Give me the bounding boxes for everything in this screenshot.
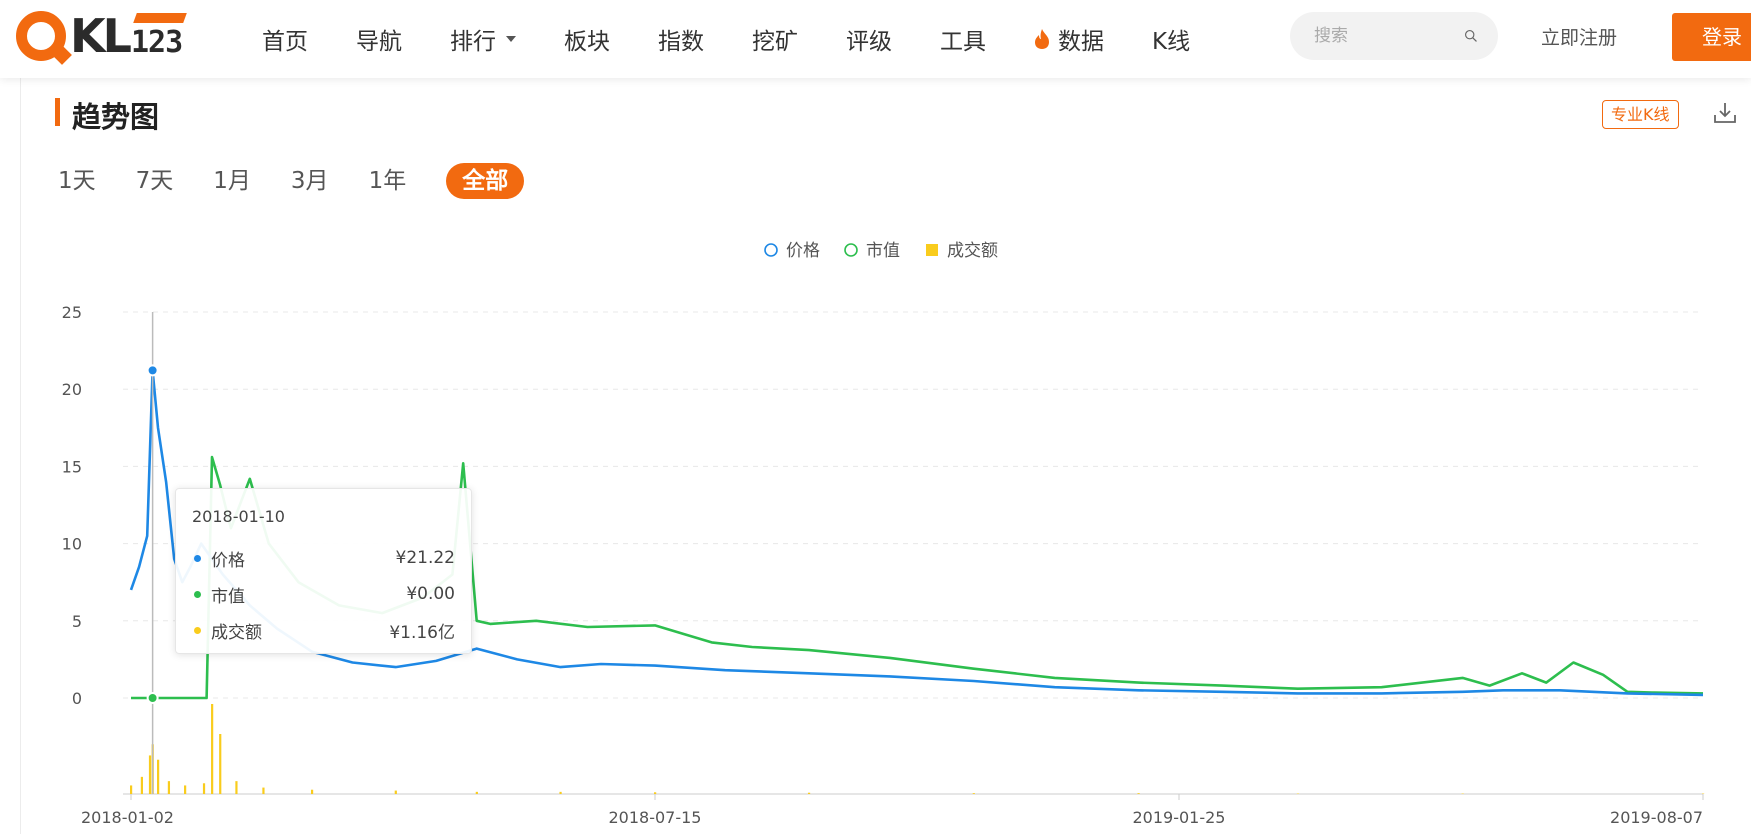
volume-bar bbox=[140, 776, 144, 794]
volume-bar bbox=[130, 785, 133, 794]
logo-q-mark bbox=[16, 11, 66, 61]
y-tick-label: 0 bbox=[72, 689, 82, 708]
legend-label: 价格 bbox=[786, 241, 820, 261]
section-accent-bar bbox=[55, 98, 60, 126]
tooltip-mcap-label: 市值 bbox=[211, 586, 245, 607]
volume-bar bbox=[972, 793, 975, 794]
download-icon[interactable] bbox=[1712, 100, 1738, 126]
nav-mining-label: 挖矿 bbox=[752, 29, 798, 55]
range-tab-1m[interactable]: 1月 bbox=[213, 163, 251, 199]
nav-ranking[interactable]: 排行 bbox=[450, 22, 516, 56]
volume-bar bbox=[262, 787, 265, 794]
tooltip-row-volume: 成交额 ¥1.16亿 bbox=[192, 612, 455, 648]
legend-label: 成交额 bbox=[947, 241, 998, 261]
volume-bar bbox=[157, 759, 160, 794]
y-tick-label: 20 bbox=[62, 380, 82, 399]
tooltip-price-value: ¥21.22 bbox=[395, 548, 455, 568]
legend-label: 市值 bbox=[866, 241, 900, 261]
nav-kline-label: K线 bbox=[1152, 29, 1191, 55]
nav-directory[interactable]: 导航 bbox=[356, 22, 402, 56]
flame-icon bbox=[1035, 29, 1049, 49]
range-tab-7d[interactable]: 7天 bbox=[136, 163, 174, 199]
volume-bar bbox=[654, 792, 657, 794]
volume-bar bbox=[167, 781, 171, 794]
nav-sectors-label: 板块 bbox=[564, 29, 610, 55]
nav-rating[interactable]: 评级 bbox=[846, 22, 892, 56]
tooltip-volume-value: ¥1.16亿 bbox=[389, 622, 455, 643]
x-tick-label: 2019-01-25 bbox=[1133, 808, 1226, 827]
volume-bar bbox=[394, 790, 397, 794]
y-tick-label: 25 bbox=[62, 303, 82, 322]
mcap-dot-icon bbox=[194, 590, 201, 598]
nav-rating-label: 评级 bbox=[846, 29, 892, 55]
nav-mining[interactable]: 挖矿 bbox=[752, 22, 798, 56]
volume-bar bbox=[310, 789, 314, 794]
chart-tooltip: 2018-01-10 价格 ¥21.22 市值 ¥0.00 成交额 ¥1.16亿 bbox=[175, 488, 472, 654]
nav-index[interactable]: 指数 bbox=[658, 22, 704, 56]
nav-home[interactable]: 首页 bbox=[262, 22, 308, 56]
search-icon[interactable] bbox=[1464, 25, 1478, 47]
nav-index-label: 指数 bbox=[658, 29, 704, 55]
nav-tools[interactable]: 工具 bbox=[940, 22, 986, 56]
volume-bar bbox=[807, 792, 811, 794]
logo-letters: KL bbox=[70, 9, 132, 63]
tooltip-price-label: 价格 bbox=[211, 550, 245, 571]
logo-number: 123 bbox=[130, 24, 183, 60]
time-range-tabs: 1天 7天 1月 3月 1年 全部 bbox=[58, 163, 564, 199]
nav-ranking-label: 排行 bbox=[450, 29, 496, 55]
section-title: 趋势图 bbox=[72, 100, 160, 134]
range-tab-all[interactable]: 全部 bbox=[446, 163, 525, 199]
volume-bar bbox=[1137, 793, 1140, 794]
volume-bar bbox=[219, 734, 222, 794]
nav-home-label: 首页 bbox=[262, 29, 308, 55]
pro-kline-button[interactable]: 专业K线 bbox=[1602, 100, 1679, 129]
nav-directory-label: 导航 bbox=[356, 29, 402, 55]
price-highlight-point bbox=[146, 364, 159, 377]
search-box bbox=[1290, 12, 1498, 60]
y-tick-label: 10 bbox=[62, 535, 82, 554]
nav-kline[interactable]: K线 bbox=[1152, 22, 1190, 56]
y-tick-label: 15 bbox=[62, 457, 82, 476]
x-tick-label: 2019-08-07 bbox=[1610, 808, 1703, 827]
login-button[interactable]: 登录 bbox=[1672, 13, 1751, 61]
volume-bar bbox=[475, 791, 478, 794]
volume-bar bbox=[211, 704, 214, 794]
tooltip-mcap-value: ¥0.00 bbox=[406, 584, 455, 604]
tooltip-row-price: 价格 ¥21.22 bbox=[192, 540, 455, 576]
price-dot-icon bbox=[194, 554, 201, 562]
tooltip-volume-label: 成交额 bbox=[211, 622, 262, 643]
range-tab-1d[interactable]: 1天 bbox=[58, 163, 96, 199]
legend-marker-1 bbox=[844, 243, 858, 257]
main-nav: 首页 导航 排行 板块 指数 挖矿 评级 工具 数据 K线 bbox=[262, 0, 1238, 78]
register-link[interactable]: 立即注册 bbox=[1541, 23, 1617, 50]
nav-data[interactable]: 数据 bbox=[1034, 22, 1104, 56]
mcap-highlight-point bbox=[146, 692, 159, 704]
volume-bar bbox=[148, 755, 152, 794]
nav-sectors[interactable]: 板块 bbox=[564, 22, 610, 56]
volume-bar bbox=[202, 783, 206, 794]
top-navigation-bar: KL 123 首页 导航 排行 板块 指数 挖矿 评级 工具 数据 K线 立即注… bbox=[0, 0, 1751, 78]
volume-dot-icon bbox=[194, 626, 201, 634]
nav-data-label: 数据 bbox=[1058, 29, 1104, 55]
x-tick-label: 2018-01-02 bbox=[81, 808, 174, 827]
x-tick-label: 2018-07-15 bbox=[609, 808, 702, 827]
tooltip-date: 2018-01-10 bbox=[192, 507, 285, 526]
legend-marker-0 bbox=[764, 243, 778, 257]
search-input[interactable] bbox=[1314, 26, 1464, 46]
volume-bar bbox=[559, 791, 562, 794]
range-tab-1y[interactable]: 1年 bbox=[369, 163, 407, 199]
nav-tools-label: 工具 bbox=[940, 29, 986, 55]
volume-bar bbox=[184, 785, 187, 794]
y-tick-label: 5 bbox=[72, 612, 82, 631]
range-tab-3m[interactable]: 3月 bbox=[291, 163, 329, 199]
site-logo[interactable]: KL 123 bbox=[16, 9, 183, 63]
legend-marker-2 bbox=[926, 244, 938, 256]
caret-down-icon bbox=[506, 36, 516, 42]
volume-bar bbox=[235, 781, 238, 794]
tooltip-row-mcap: 市值 ¥0.00 bbox=[192, 576, 455, 612]
